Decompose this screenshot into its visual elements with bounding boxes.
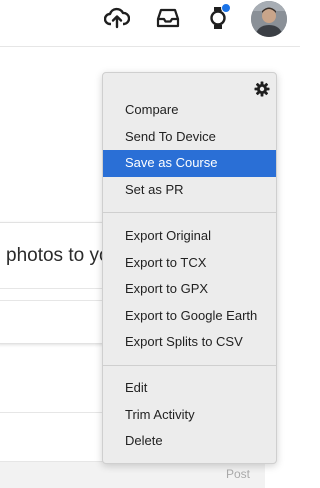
- notification-badge: [221, 3, 231, 13]
- avatar-photo: [251, 1, 287, 37]
- cloud-upload-icon: [104, 7, 130, 29]
- inbox-tray-icon: [156, 8, 180, 28]
- menu-item-save-as-course[interactable]: Save as Course: [103, 150, 276, 177]
- gear-icon: [254, 81, 270, 97]
- upload-button[interactable]: [102, 3, 132, 33]
- menu-item-edit[interactable]: Edit: [103, 375, 276, 402]
- devices-button[interactable]: [203, 3, 233, 33]
- menu-item-export-google-earth[interactable]: Export to Google Earth: [103, 303, 276, 330]
- menu-group-actions: Compare Send To Device Save as Course Se…: [103, 97, 276, 203]
- menu-divider: [103, 212, 276, 213]
- inbox-button[interactable]: [153, 3, 183, 33]
- activity-options-menu: Compare Send To Device Save as Course Se…: [102, 72, 277, 464]
- menu-item-trim-activity[interactable]: Trim Activity: [103, 402, 276, 429]
- top-header: [0, 0, 300, 47]
- menu-group-export: Export Original Export to TCX Export to …: [103, 223, 276, 356]
- divider: [0, 288, 110, 289]
- menu-item-send-to-device[interactable]: Send To Device: [103, 124, 276, 151]
- divider: [0, 300, 110, 301]
- menu-item-set-as-pr[interactable]: Set as PR: [103, 177, 276, 204]
- comment-section: [0, 412, 108, 439]
- photos-prompt-text: photos to yo: [6, 245, 106, 266]
- menu-item-export-splits-csv[interactable]: Export Splits to CSV: [103, 329, 276, 356]
- user-avatar[interactable]: [251, 1, 287, 37]
- menu-divider: [103, 365, 276, 366]
- menu-item-export-tcx[interactable]: Export to TCX: [103, 250, 276, 277]
- menu-group-edit: Edit Trim Activity Delete: [103, 375, 276, 455]
- menu-item-compare[interactable]: Compare: [103, 97, 276, 124]
- menu-item-delete[interactable]: Delete: [103, 428, 276, 455]
- settings-button[interactable]: [253, 80, 271, 98]
- menu-item-export-gpx[interactable]: Export to GPX: [103, 276, 276, 303]
- post-button[interactable]: Post: [212, 463, 264, 485]
- menu-item-export-original[interactable]: Export Original: [103, 223, 276, 250]
